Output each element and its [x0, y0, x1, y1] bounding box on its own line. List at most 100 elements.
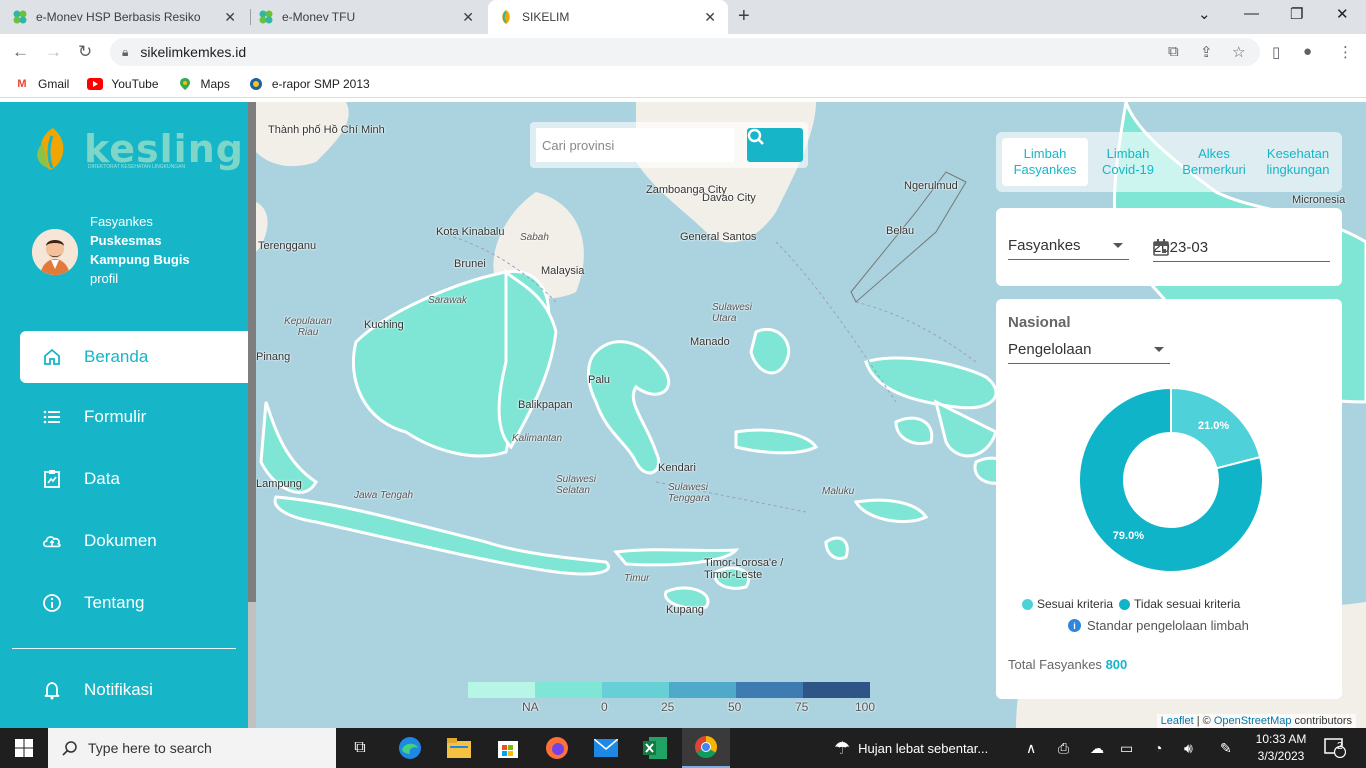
leaflet-link[interactable]: Leaflet: [1161, 715, 1194, 727]
new-tab-icon[interactable]: +: [738, 5, 750, 28]
volume-icon[interactable]: 🔊︎: [1184, 728, 1193, 768]
maps-icon: [177, 77, 193, 91]
legend-item[interactable]: Tidak sesuai kriteria: [1119, 597, 1240, 611]
bookmark-label: Gmail: [38, 76, 70, 91]
profile-card: Fasyankes Puskesmas Kampung Bugis profil: [32, 212, 210, 288]
translate-icon[interactable]: ⧉: [1168, 43, 1179, 60]
sidebar-item-data[interactable]: Data: [20, 453, 248, 505]
tab-kesehatan-lingkungan[interactable]: Kesehatan lingkungan: [1256, 138, 1340, 186]
list-icon: [42, 407, 62, 427]
logo-subtitle: DIREKTORAT KESEHATAN LINGKUNGAN: [88, 164, 186, 170]
close-tab-icon[interactable]: ✕: [704, 9, 716, 26]
chrome-icon[interactable]: [682, 728, 730, 768]
chart-clipboard-icon: [42, 469, 62, 489]
map-label: Sulawesi Tenggara: [668, 482, 710, 504]
standard-info-link[interactable]: i Standar pengelolaan limbah: [1068, 618, 1249, 633]
kesling-leaf-icon: [37, 128, 64, 170]
battery-icon[interactable]: ▭: [1120, 728, 1133, 768]
map-canvas[interactable]: Thành phố Hồ Chí Minh Zamboanga City Dav…: [256, 102, 1366, 728]
search-icon: [747, 128, 764, 145]
minimize-icon[interactable]: —: [1244, 5, 1259, 22]
tab-alkes-bermerkuri[interactable]: Alkes Bermerkuri: [1172, 138, 1256, 186]
info-text: Standar pengelolaan limbah: [1087, 618, 1249, 633]
youtube-icon: [87, 77, 104, 91]
back-icon[interactable]: ←: [12, 42, 29, 62]
donut-chart: 21.0% 79.0%: [1078, 387, 1264, 573]
close-tab-icon[interactable]: ✕: [224, 9, 236, 26]
reload-icon[interactable]: ↻: [78, 42, 92, 62]
taskbar-search[interactable]: Type here to search: [48, 728, 336, 768]
wifi-icon[interactable]: ◔: [1154, 728, 1162, 768]
search-input[interactable]: [536, 128, 734, 162]
menu-kebab-icon[interactable]: ⋮: [1338, 43, 1353, 61]
sidebar-item-label: Tentang: [84, 593, 145, 612]
dropdown-caret-icon: [1154, 347, 1164, 352]
tab-search-chevron-icon[interactable]: ⌄: [1198, 5, 1211, 23]
kesling-logo[interactable]: kesling DIREKTORAT KESEHATAN LINGKUNGAN: [28, 124, 244, 174]
sidebar-item-beranda[interactable]: Beranda: [20, 331, 248, 383]
onedrive-icon[interactable]: ☁: [1090, 728, 1104, 768]
search-button[interactable]: [747, 128, 803, 162]
fasyankes-select[interactable]: Fasyankes: [1008, 232, 1129, 260]
osm-link[interactable]: OpenStreetMap: [1214, 715, 1292, 727]
bookmark-maps[interactable]: Maps: [177, 77, 230, 91]
profile-name: Puskesmas Kampung Bugis: [90, 233, 190, 267]
browser-tab-hsp[interactable]: e-Monev HSP Berbasis Resiko ✕: [12, 0, 248, 34]
bookmark-star-icon[interactable]: ☆: [1232, 43, 1245, 61]
sidebar-item-tentang[interactable]: Tentang: [20, 577, 248, 629]
firefox-icon[interactable]: [533, 728, 581, 768]
forward-icon[interactable]: →: [45, 42, 62, 62]
profile-link[interactable]: profil: [90, 269, 210, 288]
meet-now-icon[interactable]: ⎙: [1058, 728, 1069, 768]
file-explorer-icon[interactable]: [435, 728, 483, 768]
period-input[interactable]: 2023-03: [1153, 234, 1330, 262]
tab-title: e-Monev HSP Berbasis Resiko: [36, 10, 201, 24]
metric-select[interactable]: Pengelolaan: [1008, 336, 1170, 364]
restore-icon[interactable]: ❐: [1290, 5, 1303, 23]
map-label: Micronesia: [1292, 194, 1346, 206]
avatar[interactable]: [32, 229, 78, 275]
edge-icon[interactable]: [386, 728, 434, 768]
sidebar-scrollbar[interactable]: [248, 102, 256, 728]
side-panel-icon[interactable]: ▯: [1272, 43, 1280, 61]
info-circle-icon: i: [1068, 619, 1081, 632]
bookmark-gmail[interactable]: M Gmail: [14, 77, 69, 91]
tab-limbah-fasyankes[interactable]: Limbah Fasyankes: [1002, 138, 1088, 186]
sidebar-item-notifikasi[interactable]: Notifikasi: [20, 664, 248, 716]
map-label: Terengganu: [258, 240, 317, 252]
profile-icon[interactable]: ●: [1303, 43, 1312, 60]
windows-start-button[interactable]: [0, 728, 48, 768]
close-tab-icon[interactable]: ✕: [462, 9, 474, 26]
browser-tab-tfu[interactable]: e-Monev TFU ✕: [258, 0, 486, 34]
url-field[interactable]: 🔒︎ sikelimkemkes.id: [110, 38, 1260, 66]
map-label: Kuching: [364, 319, 404, 331]
excel-icon[interactable]: [631, 728, 679, 768]
task-view-icon[interactable]: ⧉: [336, 728, 384, 768]
legend-swatch: [1022, 598, 1033, 610]
scale-label: 50: [728, 700, 742, 714]
show-hidden-icons-chevron[interactable]: ∧: [1026, 728, 1036, 768]
sidebar-item-dokumen[interactable]: Dokumen: [20, 515, 248, 567]
bookmark-erapor[interactable]: e-rapor SMP 2013: [248, 77, 370, 91]
bookmark-label: e-rapor SMP 2013: [271, 76, 370, 91]
share-icon[interactable]: ⇪: [1200, 43, 1213, 61]
tab-limbah-covid[interactable]: Limbah Covid-19: [1088, 138, 1168, 186]
mail-icon[interactable]: [582, 728, 630, 768]
sidebar-item-formulir[interactable]: Formulir: [20, 391, 248, 443]
browser-tab-sikelim[interactable]: SIKELIM ✕: [488, 0, 728, 34]
taskbar-clock[interactable]: 10:33 AM 3/3/2023: [1254, 731, 1308, 765]
close-window-icon[interactable]: ✕: [1336, 5, 1349, 23]
pen-icon[interactable]: ✎: [1220, 728, 1232, 768]
map-label: Kepulauan Riau: [284, 316, 332, 338]
map-label: Sarawak: [428, 295, 467, 306]
weather-widget[interactable]: ☂ Hujan lebat sebentar...: [834, 728, 988, 768]
notification-center-icon[interactable]: 2: [1324, 728, 1346, 768]
info-icon: [42, 593, 62, 613]
calendar-icon[interactable]: [1153, 239, 1169, 256]
legend-item[interactable]: Sesuai kriteria: [1022, 597, 1113, 611]
total-fasyankes: Total Fasyankes 800: [1008, 657, 1128, 672]
scrollbar-thumb[interactable]: [248, 102, 256, 602]
microsoft-store-icon[interactable]: [484, 728, 532, 768]
map-label: Maluku: [822, 486, 855, 497]
bookmark-youtube[interactable]: YouTube: [87, 77, 159, 91]
